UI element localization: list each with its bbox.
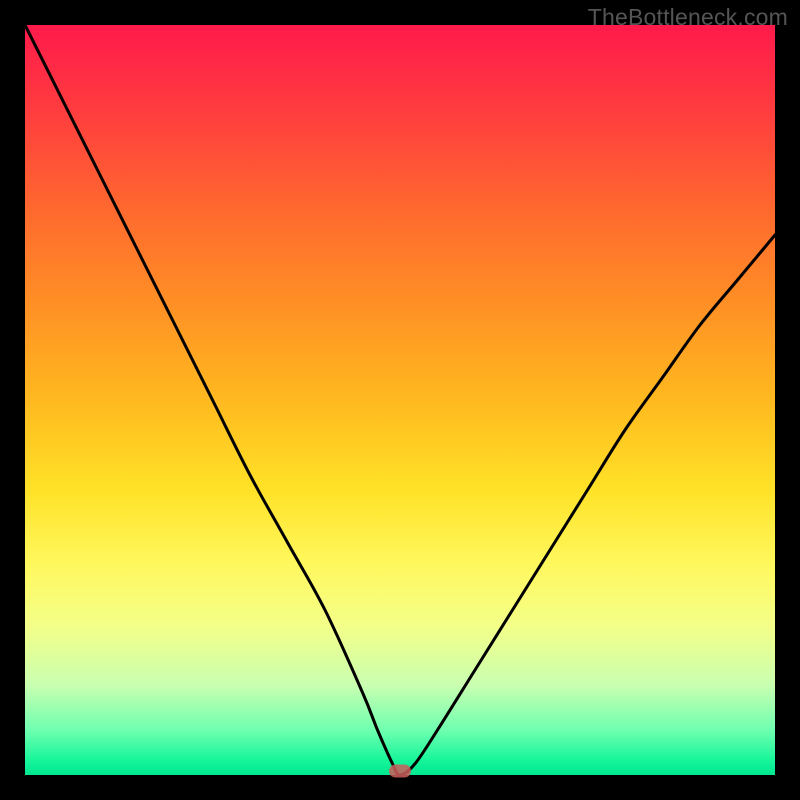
plot-area	[25, 25, 775, 775]
bottleneck-curve	[25, 25, 775, 775]
chart-frame: TheBottleneck.com	[0, 0, 800, 800]
minimum-marker	[389, 765, 411, 778]
curve-path	[25, 25, 775, 775]
